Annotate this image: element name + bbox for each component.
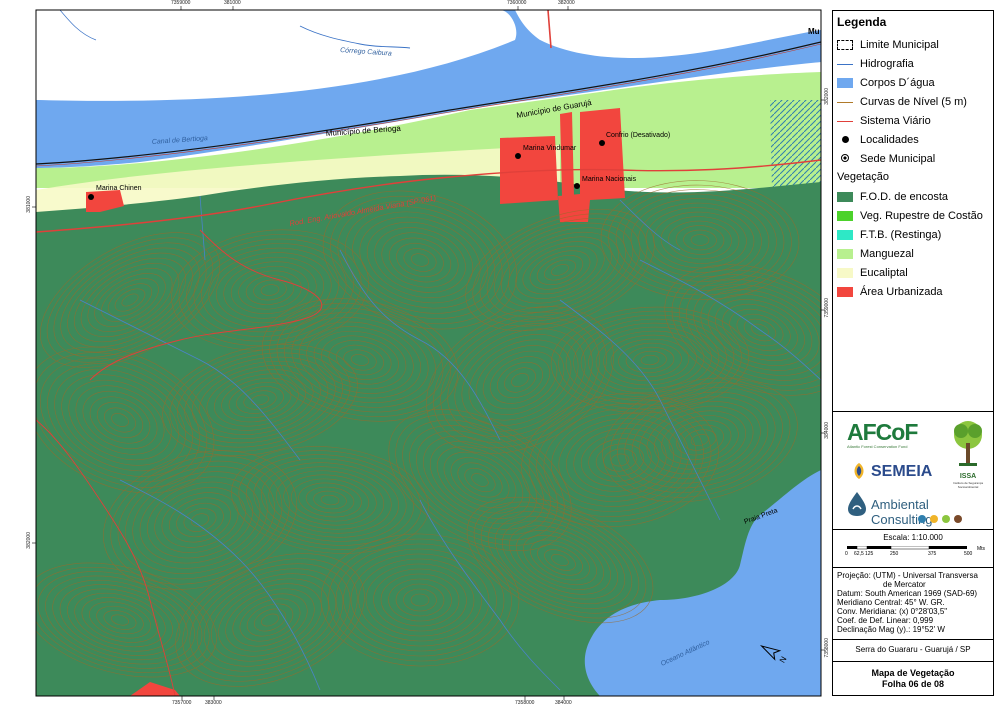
divider [833, 529, 993, 530]
line-icon [837, 121, 853, 122]
tick-right: 382000 [824, 88, 830, 105]
label-marina-chinen: Marina Chinen [96, 185, 142, 192]
legend-label: Veg. Rupestre de Costão [860, 210, 983, 222]
tick-top: 7359000 [171, 0, 191, 6]
fill-swatch-icon [837, 249, 853, 259]
fill-swatch-icon [837, 268, 853, 278]
legend-item-viario: Sistema Viário [837, 114, 993, 128]
legend-item-hidrografia: Hidrografia [837, 57, 993, 71]
locality-dot [515, 153, 521, 159]
scale-tick: 125 [865, 551, 874, 557]
tick-left: 381000 [26, 196, 32, 213]
tick-left: 382000 [26, 532, 32, 549]
legend-label: Hidrografia [860, 58, 914, 70]
legend-label: F.O.D. de encosta [860, 191, 949, 203]
ambiental-circles-icon [918, 515, 962, 523]
tick-right: 7358000 [824, 638, 830, 658]
legend-label: Manguezal [860, 248, 914, 260]
divider [833, 639, 993, 640]
tick-top: 7360000 [507, 0, 527, 6]
dashed-box-icon [837, 40, 853, 50]
label-top-right: Mu [808, 27, 820, 36]
scale-tick: 62,5 [854, 551, 864, 557]
tick-top: 382000 [558, 0, 575, 6]
projection-line: Projeção: (UTM) - Universal Transversa [837, 571, 978, 580]
issa-logo: ISSA [959, 473, 977, 480]
line-icon [837, 64, 853, 65]
label-marina-nacionais: Marina Nacionais [582, 176, 637, 183]
tick-bottom: 7357000 [172, 700, 192, 706]
vegetation-title: Vegetação [837, 171, 889, 183]
projection-line: Declinação Mag (y).: 19°52' W [837, 625, 945, 634]
divider [833, 411, 993, 412]
ambiental-drop-icon [848, 492, 866, 516]
fill-swatch-icon [837, 230, 853, 240]
scale-unit: Mts [977, 546, 986, 552]
legend-veg-ftb: F.T.B. (Restinga) [837, 228, 993, 242]
issa-tree-icon [954, 421, 982, 466]
tick-right: 384000 [824, 422, 830, 439]
issa-logo-subtitle: Instituto de Segurança Socioambiental [952, 481, 984, 489]
legend-item-sede: Sede Municipal [837, 152, 993, 166]
legend-item-localidades: Localidades [837, 133, 993, 147]
legend-label: Localidades [860, 134, 919, 146]
legend-item-limite: Limite Municipal [837, 38, 993, 52]
legend-veg-manguezal: Manguezal [837, 247, 993, 261]
legend-label: Sede Municipal [860, 153, 936, 165]
fill-swatch-icon [837, 78, 853, 88]
projection-line: Conv. Meridiana: (x) 0°28'03,5" [837, 607, 948, 616]
sheet-number: Folha 06 de 08 [881, 679, 945, 689]
map-title: Mapa de Vegetação [871, 668, 955, 678]
legend-label: Área Urbanizada [860, 286, 943, 298]
projection-line: Datum: South American 1969 (SAD-69) [837, 589, 978, 598]
location-text: Serra do Guararu - Guarujá / SP [855, 645, 971, 654]
scale-ticks: 0 62,5 125 250 375 500 Mts [843, 546, 993, 559]
semeia-logo: SEMEIA [871, 463, 933, 480]
fill-swatch-icon [837, 211, 853, 221]
tick-bottom: 384000 [555, 700, 572, 706]
tick-top: 381000 [224, 0, 241, 6]
line-icon [837, 102, 853, 103]
legend-veg-rupestre: Veg. Rupestre de Costão [837, 209, 993, 223]
legend-veg-urbanizada: Área Urbanizada [837, 285, 993, 299]
scale-label: Escala: 1:10.000 [883, 533, 943, 542]
scale-tick: 375 [928, 551, 937, 557]
scale-tick: 500 [964, 551, 973, 557]
locality-dot [599, 140, 605, 146]
legend-veg-eucaliptal: Eucaliptal [837, 266, 993, 280]
legend-item-curvas: Curvas de Nível (5 m) [837, 95, 993, 109]
divider [833, 567, 993, 568]
legend-veg-fod: F.O.D. de encosta [837, 190, 993, 204]
dot-icon [842, 136, 849, 143]
fill-swatch-icon [837, 287, 853, 297]
afcof-logo: AFCoF [847, 419, 918, 445]
projection-line: de Mercator [883, 580, 926, 589]
fill-swatch-icon [837, 192, 853, 202]
afcof-logo-subtitle: Atlantic Forest Conservation Fund [847, 444, 908, 449]
legend-label: Eucaliptal [860, 267, 908, 279]
label-confrio: Confrio (Desativado) [606, 132, 670, 139]
tick-bottom: 7358000 [515, 700, 535, 706]
legend-item-corpos-agua: Corpos D´água [837, 76, 993, 90]
legend-title: Legenda [837, 15, 887, 29]
locality-dot [88, 194, 94, 200]
scale-tick: 250 [890, 551, 899, 557]
legend-label: Limite Municipal [860, 39, 939, 51]
legend-label: F.T.B. (Restinga) [860, 229, 942, 241]
locality-dot [574, 183, 580, 189]
label-marina-vindumar: Marina Vindumar [523, 145, 577, 152]
legend-label: Sistema Viário [860, 115, 931, 127]
legend-label: Corpos D´água [860, 77, 935, 89]
divider [833, 661, 993, 662]
projection-line: Coef. de Def. Linear: 0,999 [837, 616, 934, 625]
ring-dot-icon [841, 154, 849, 162]
scale-tick: 0 [845, 551, 848, 557]
legend-label: Curvas de Nível (5 m) [860, 96, 967, 108]
tick-bottom: 383000 [205, 700, 222, 706]
tick-right: 7359000 [824, 298, 830, 318]
legend-panel: Legenda Limite Municipal Hidrografia Cor… [832, 10, 994, 696]
projection-line: Meridiano Central: 45° W. GR. [837, 598, 945, 607]
semeia-leaf-icon [854, 463, 864, 479]
